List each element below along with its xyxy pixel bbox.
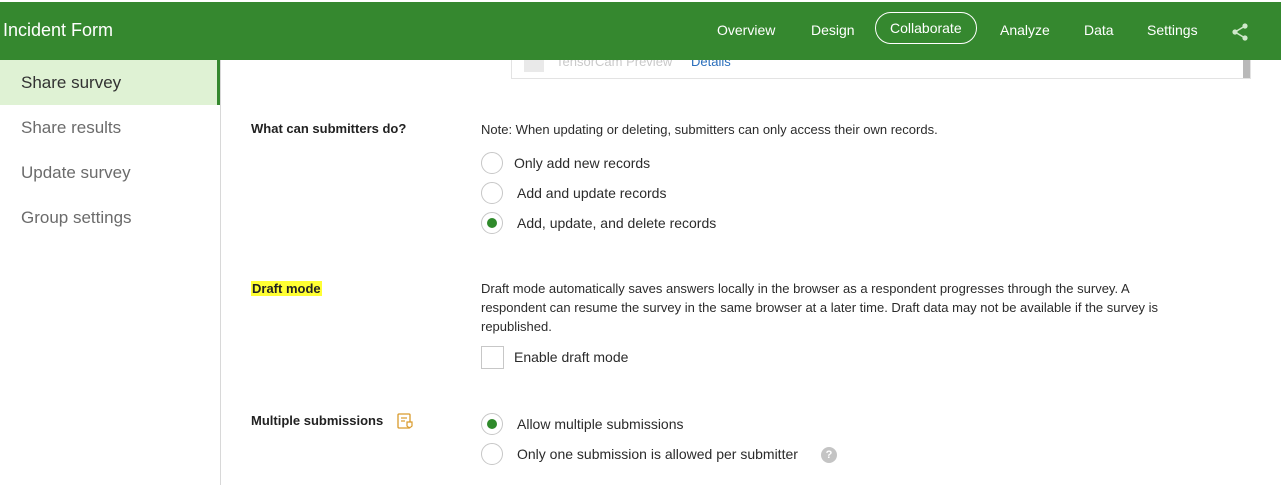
submitters-label: What can submitters do?: [251, 121, 407, 136]
draft-description-line1: Draft mode automatically saves answers l…: [481, 281, 1130, 296]
nav-settings[interactable]: Settings: [1147, 22, 1198, 38]
multiple-submissions-label: Multiple submissions: [251, 413, 384, 428]
draft-description-line3: republished.: [481, 319, 552, 334]
nav-overview[interactable]: Overview: [717, 22, 775, 38]
nav-data[interactable]: Data: [1084, 22, 1114, 38]
sidebar: Share survey Share results Update survey…: [0, 60, 221, 485]
app-title: Incident Form: [3, 20, 114, 40]
form-settings-icon: [397, 413, 413, 429]
nav-analyze[interactable]: Analyze: [1000, 22, 1050, 38]
radio-label-one-submission[interactable]: Only one submission is allowed per submi…: [517, 446, 798, 462]
radio-label-add-update-delete[interactable]: Add, update, and delete records: [517, 215, 716, 231]
radio-add-update[interactable]: [481, 182, 503, 204]
sidebar-item-share-results[interactable]: Share results: [0, 105, 220, 150]
sidebar-item-update-survey[interactable]: Update survey: [0, 150, 220, 195]
radio-allow-multiple[interactable]: [481, 413, 503, 435]
radio-label-only-add[interactable]: Only add new records: [514, 155, 650, 171]
draft-description-line2: respondent can resume the survey in the …: [481, 300, 1159, 315]
top-bar: Incident Form Overview Design Collaborat…: [0, 2, 1281, 60]
radio-label-add-update[interactable]: Add and update records: [517, 185, 666, 201]
draft-mode-label: Draft mode: [251, 281, 322, 296]
sidebar-item-share-survey[interactable]: Share survey: [0, 60, 220, 105]
submitters-note: Note: When updating or deleting, submitt…: [481, 122, 938, 137]
draft-mode-highlight: Draft mode: [251, 281, 322, 296]
radio-label-allow-multiple[interactable]: Allow multiple submissions: [517, 416, 684, 432]
help-icon[interactable]: ?: [821, 447, 837, 463]
details-link[interactable]: Details: [691, 60, 731, 69]
radio-one-submission[interactable]: [481, 443, 503, 465]
sidebar-item-group-settings[interactable]: Group settings: [0, 195, 220, 240]
preview-text: TensorCam Preview: [556, 60, 673, 69]
scrollbar[interactable]: [1243, 60, 1250, 78]
enable-draft-label[interactable]: Enable draft mode: [514, 349, 628, 365]
radio-add-update-delete[interactable]: [481, 212, 503, 234]
enable-draft-checkbox[interactable]: [481, 346, 504, 369]
nav-collaborate[interactable]: Collaborate: [875, 12, 977, 44]
share-icon[interactable]: [1230, 22, 1250, 42]
preview-card: TensorCam Preview Details: [511, 60, 1251, 79]
radio-only-add[interactable]: [481, 152, 503, 174]
preview-thumbnail: [524, 60, 544, 72]
nav-design[interactable]: Design: [811, 22, 855, 38]
